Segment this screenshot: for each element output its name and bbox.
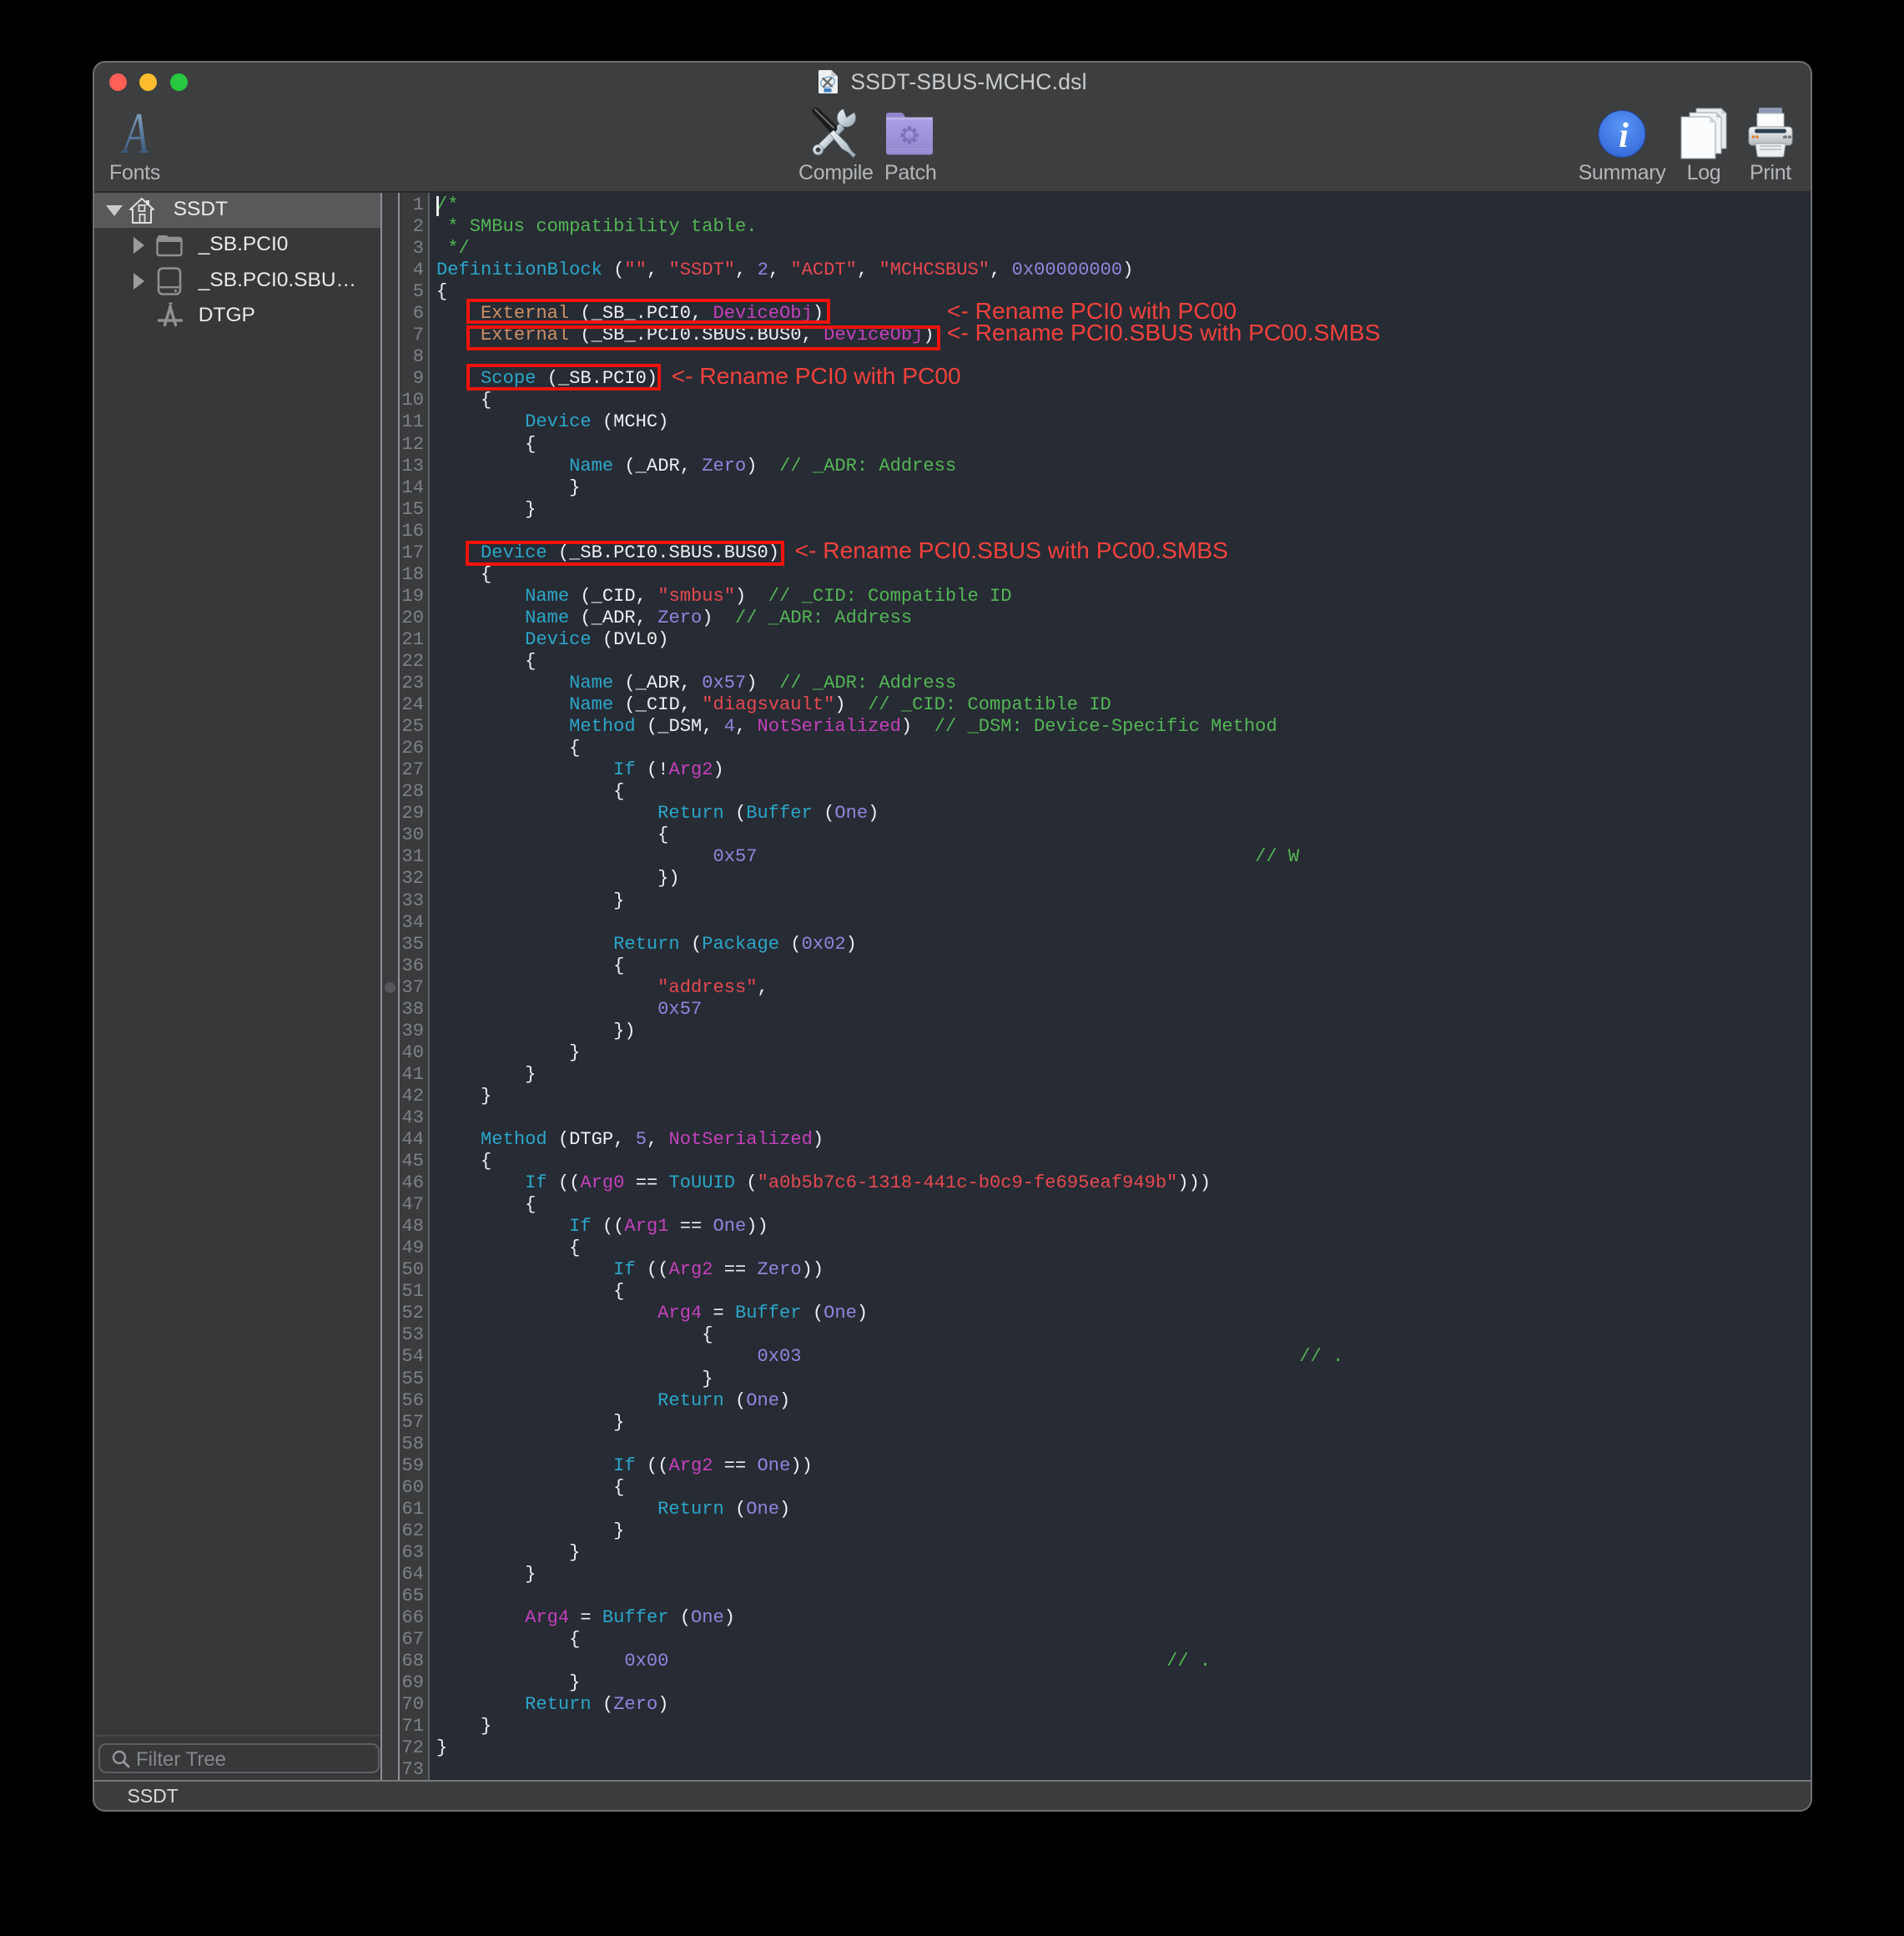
svg-text:i: i (1619, 117, 1629, 155)
